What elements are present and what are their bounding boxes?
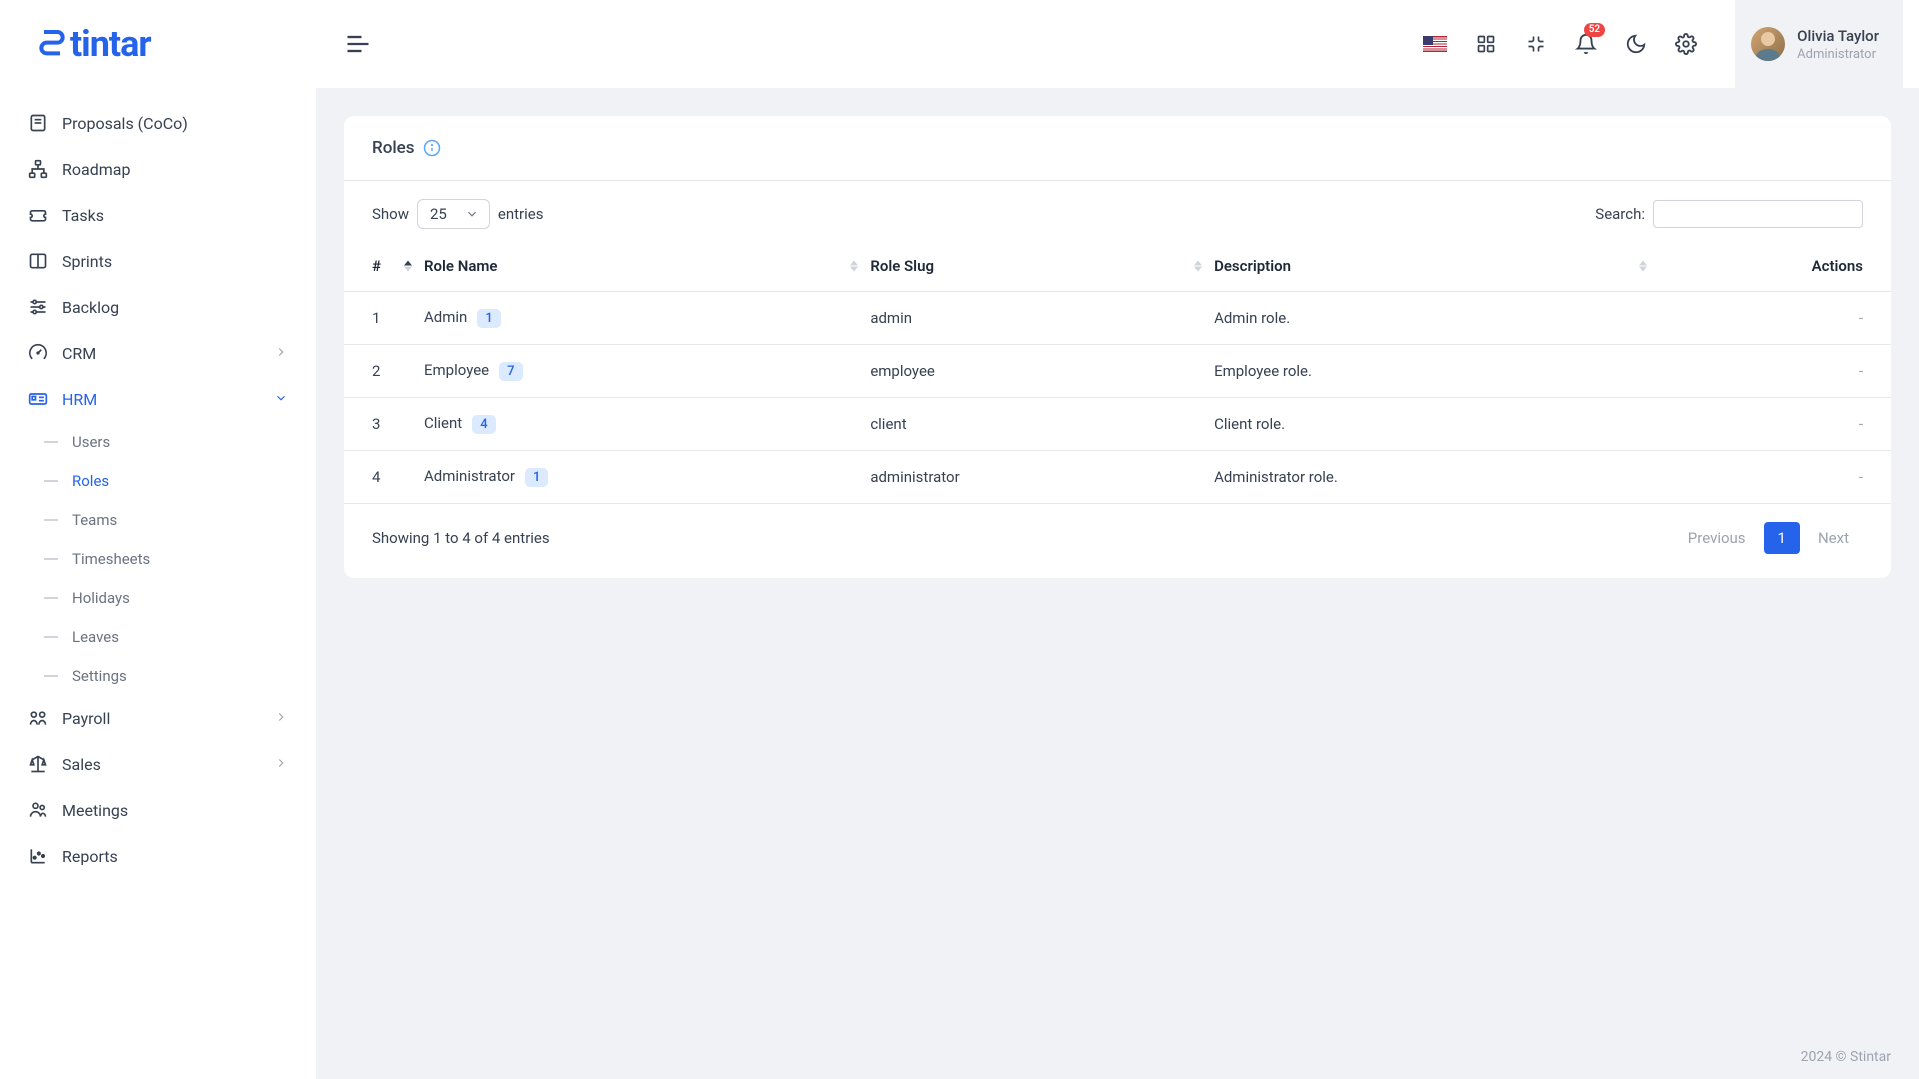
- sidebar-item-label: HRM: [62, 390, 97, 409]
- sidebar: tintar Proposals (CoCo) Roadmap Tasks Sp…: [0, 0, 316, 1079]
- user-menu[interactable]: Olivia Taylor Administrator: [1735, 0, 1903, 88]
- table-row: 4 Administrator1 administrator Administr…: [344, 451, 1891, 504]
- sidebar-item-roadmap[interactable]: Roadmap: [12, 146, 304, 192]
- roles-table: # Role Name Role Slug Description Action…: [344, 241, 1891, 504]
- count-badge: 7: [499, 362, 522, 381]
- table-row: 3 Client4 client Client role. -: [344, 398, 1891, 451]
- sidebar-item-payroll[interactable]: Payroll: [12, 695, 304, 741]
- settings-icon[interactable]: [1675, 33, 1697, 55]
- id-icon: [28, 389, 48, 409]
- apps-icon[interactable]: [1475, 33, 1497, 55]
- sidebar-item-label: Payroll: [62, 709, 110, 728]
- chevron-right-icon: [274, 709, 288, 728]
- document-icon: [28, 113, 48, 133]
- sidebar-item-hrm[interactable]: HRM: [12, 376, 304, 422]
- page-footer: 2024 © Stintar: [316, 1035, 1919, 1079]
- dash-icon: [44, 636, 58, 638]
- ticket-icon: [28, 205, 48, 225]
- sidebar-item-label: Proposals (CoCo): [62, 114, 188, 133]
- logo[interactable]: tintar: [0, 0, 316, 88]
- sub-item-teams[interactable]: Teams: [32, 500, 304, 539]
- menu-toggle-button[interactable]: [344, 30, 372, 58]
- sidebar-item-crm[interactable]: CRM: [12, 330, 304, 376]
- sidebar-item-sales[interactable]: Sales: [12, 741, 304, 787]
- sidebar-item-meetings[interactable]: Meetings: [12, 787, 304, 833]
- count-badge: 4: [472, 415, 495, 434]
- sub-item-settings[interactable]: Settings: [32, 656, 304, 695]
- sidebar-item-sprints[interactable]: Sprints: [12, 238, 304, 284]
- sidebar-item-label: Meetings: [62, 801, 128, 820]
- count-badge: 1: [477, 309, 500, 328]
- fullscreen-exit-icon[interactable]: [1525, 33, 1547, 55]
- notification-badge: 52: [1584, 23, 1605, 37]
- roles-card: Roles Show 25 entries Search:: [344, 116, 1891, 578]
- columns-icon: [28, 251, 48, 271]
- search-input[interactable]: [1653, 200, 1863, 228]
- sidebar-item-tasks[interactable]: Tasks: [12, 192, 304, 238]
- dash-icon: [44, 519, 58, 521]
- search-label: Search:: [1595, 205, 1645, 223]
- avatar: [1751, 27, 1785, 61]
- chevron-down-icon: [274, 390, 288, 409]
- col-description[interactable]: Description: [1214, 241, 1658, 292]
- sidebar-item-label: Roadmap: [62, 160, 130, 179]
- col-role-name[interactable]: Role Name: [424, 241, 870, 292]
- table-info: Showing 1 to 4 of 4 entries: [372, 529, 550, 547]
- sliders-icon: [28, 297, 48, 317]
- sub-item-leaves[interactable]: Leaves: [32, 617, 304, 656]
- hrm-submenu: Users Roles Teams Timesheets Holidays Le…: [12, 422, 304, 695]
- dark-mode-toggle[interactable]: [1625, 33, 1647, 55]
- col-index[interactable]: #: [344, 241, 424, 292]
- dash-icon: [44, 480, 58, 482]
- page-size-select[interactable]: 25: [417, 199, 490, 229]
- next-button[interactable]: Next: [1804, 522, 1863, 554]
- sub-item-timesheets[interactable]: Timesheets: [32, 539, 304, 578]
- chevron-right-icon: [274, 344, 288, 363]
- sidebar-item-label: Backlog: [62, 298, 119, 317]
- users-icon: [28, 800, 48, 820]
- sidebar-item-backlog[interactable]: Backlog: [12, 284, 304, 330]
- sidebar-item-label: Reports: [62, 847, 118, 866]
- count-badge: 1: [525, 468, 548, 487]
- sidebar-item-proposals[interactable]: Proposals (CoCo): [12, 100, 304, 146]
- entries-label: entries: [498, 205, 544, 223]
- page-1-button[interactable]: 1: [1764, 522, 1800, 554]
- sub-item-holidays[interactable]: Holidays: [32, 578, 304, 617]
- table-row: 2 Employee7 employee Employee role. -: [344, 345, 1891, 398]
- topbar: 52 Olivia Taylor Administrator: [316, 0, 1919, 88]
- chevron-right-icon: [274, 755, 288, 774]
- user-role: Administrator: [1797, 47, 1879, 62]
- dash-icon: [44, 558, 58, 560]
- sidebar-item-label: Sales: [62, 755, 101, 774]
- language-flag[interactable]: [1423, 36, 1447, 52]
- user-name: Olivia Taylor: [1797, 27, 1879, 45]
- dash-icon: [44, 597, 58, 599]
- sitemap-icon: [28, 159, 48, 179]
- page-title: Roles: [372, 138, 415, 158]
- chevron-down-icon: [465, 207, 479, 221]
- col-actions: Actions: [1659, 241, 1891, 292]
- speed-icon: [28, 343, 48, 363]
- nav: Proposals (CoCo) Roadmap Tasks Sprints B…: [0, 88, 316, 1079]
- sub-item-users[interactable]: Users: [32, 422, 304, 461]
- show-label: Show: [372, 205, 409, 223]
- sub-item-roles[interactable]: Roles: [32, 461, 304, 500]
- sidebar-item-label: Sprints: [62, 252, 112, 271]
- dash-icon: [44, 675, 58, 677]
- sidebar-item-label: Tasks: [62, 206, 104, 225]
- notifications-button[interactable]: 52: [1575, 33, 1597, 55]
- info-icon[interactable]: [423, 139, 441, 157]
- sidebar-item-label: CRM: [62, 344, 96, 363]
- pagination: Previous 1 Next: [1674, 522, 1863, 554]
- chart-icon: [28, 846, 48, 866]
- prev-button[interactable]: Previous: [1674, 522, 1760, 554]
- payroll-icon: [28, 708, 48, 728]
- scale-icon: [28, 754, 48, 774]
- col-role-slug[interactable]: Role Slug: [870, 241, 1214, 292]
- dash-icon: [44, 441, 58, 443]
- table-row: 1 Admin1 admin Admin role. -: [344, 292, 1891, 345]
- sidebar-item-reports[interactable]: Reports: [12, 833, 304, 879]
